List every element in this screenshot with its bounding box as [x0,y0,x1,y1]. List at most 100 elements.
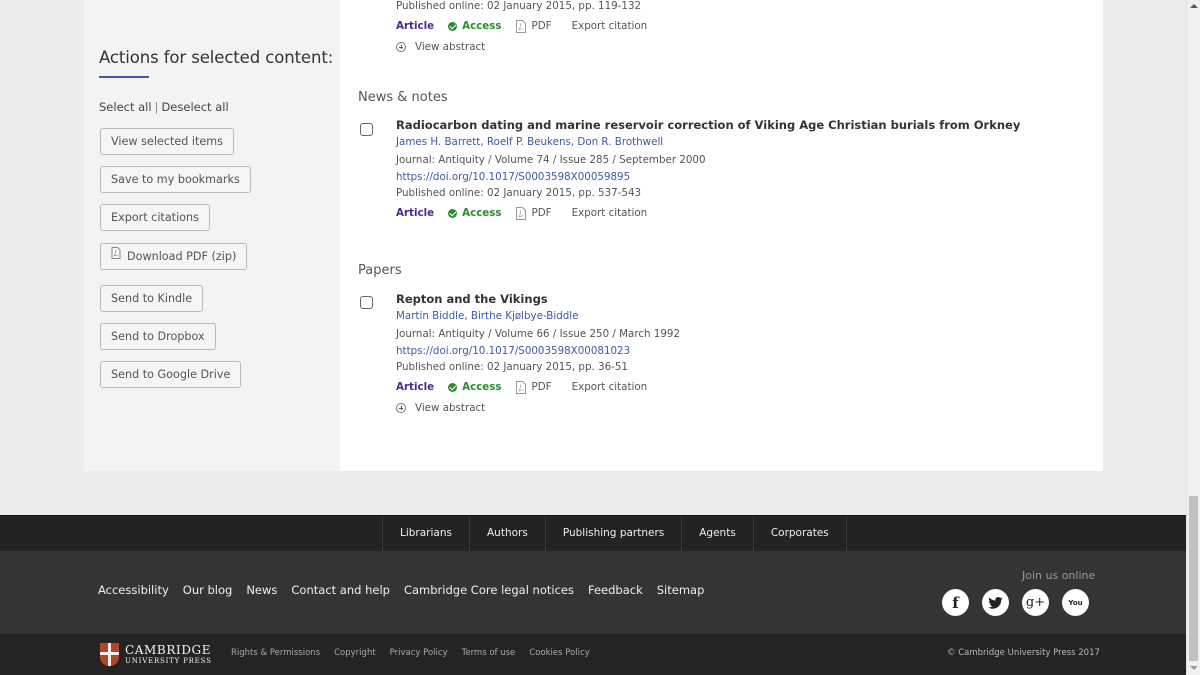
view-abstract-toggle[interactable]: View abstract [396,37,647,57]
youtube-glyph: You [1068,598,1083,607]
footer-nav-corporates[interactable]: Corporates [752,516,847,552]
footer-links: Accessibility Our blog News Contact and … [98,583,718,597]
author-link[interactable]: Roelf P. Beukens [487,136,571,148]
logo-line2: UNIVERSITY PRESS [125,657,212,665]
button-label: Send to Kindle [111,292,193,305]
footer-nav-agents[interactable]: Agents [681,516,753,552]
button-label: Export citations [111,211,199,224]
article-type-badge: Article [396,20,435,32]
footer-nav-librarians[interactable]: Librarians [382,516,469,552]
view-selected-items-button[interactable]: View selected items [100,128,234,155]
social-links: f g+ You [942,589,1102,616]
author-link[interactable]: Martin Biddle [396,310,464,322]
plus-circle-icon [396,403,406,413]
scrollbar-thumb[interactable] [1189,496,1198,661]
published-date: Published online: 02 January 2015, pp. 1… [396,0,642,12]
article-title-link[interactable]: Radiocarbon dating and marine reservoir … [396,117,1020,134]
scroll-down-arrow-icon[interactable] [1190,666,1198,670]
button-label: Send to Dropbox [111,330,205,343]
footer-link-our-blog[interactable]: Our blog [183,583,233,597]
results-list: Published online: 02 January 2015, pp. 1… [340,0,1103,471]
twitter-icon[interactable] [982,589,1009,616]
author-link[interactable]: Don R. Brothwell [577,136,663,148]
select-checkbox[interactable] [360,123,373,136]
footer-nav-authors[interactable]: Authors [468,516,545,552]
article-title-link[interactable]: Repton and the Vikings [396,291,680,308]
footer-link-feedback[interactable]: Feedback [588,583,643,597]
journal-info: Journal: Antiquity / Volume 66 / Issue 2… [396,328,681,340]
access-label: Access [462,20,502,32]
entry-actions: Article Access PDF Export citation [396,202,1020,224]
author-link[interactable]: James H. Barrett [396,136,480,148]
article-type-badge: Article [396,381,435,393]
vertical-scrollbar[interactable] [1186,0,1200,675]
view-abstract-label: View abstract [415,402,486,414]
pdf-icon [515,206,526,220]
pdf-label: PDF [531,20,552,32]
scroll-up-arrow-icon[interactable] [1190,4,1198,8]
button-label: Send to Google Drive [111,368,231,381]
send-to-google-drive-button[interactable]: Send to Google Drive [100,361,242,388]
article-type-badge: Article [396,207,435,219]
plus-circle-icon [396,42,406,52]
export-citations-button[interactable]: Export citations [100,204,210,231]
export-citation-link[interactable]: Export citation [572,15,648,37]
separator: | [154,100,159,114]
journal-info: Journal: Antiquity / Volume 74 / Issue 2… [396,154,706,166]
facebook-glyph: f [952,593,959,612]
access-label: Access [462,207,502,219]
sidebar-title: Actions for selected content: [99,48,334,67]
google-plus-icon[interactable]: g+ [1022,589,1049,616]
pdf-link[interactable]: PDF [515,15,552,37]
button-label: View selected items [111,135,223,148]
footer-nav-publishing-partners[interactable]: Publishing partners [544,516,681,552]
select-all-link[interactable]: Select all [99,100,152,114]
doi-link[interactable]: https://doi.org/10.1017/S0003598X0005989… [396,169,1020,185]
legal-links: Rights & Permissions Copyright Privacy P… [231,648,604,658]
view-abstract-toggle[interactable]: View abstract [396,398,680,418]
check-circle-icon [448,208,458,218]
download-pdf-zip-button[interactable]: Download PDF (zip) [100,243,248,270]
pdf-icon [111,243,121,268]
twitter-bird [988,596,1003,609]
button-label: Download PDF (zip) [127,250,237,263]
legal-link-terms-of-use[interactable]: Terms of use [462,648,516,658]
entry-actions: Article Access PDF Export citation [396,376,680,398]
footer-link-legal-notices[interactable]: Cambridge Core legal notices [404,583,574,597]
doi-link[interactable]: https://doi.org/10.1017/S0003598X0008102… [396,343,680,359]
deselect-all-link[interactable]: Deselect all [161,100,228,114]
author-link[interactable]: Birthe Kjølbye-Biddle [471,310,579,322]
send-to-kindle-button[interactable]: Send to Kindle [100,285,204,312]
check-circle-icon [448,382,458,392]
legal-link-privacy-policy[interactable]: Privacy Policy [390,648,448,658]
cambridge-university-press-logo[interactable]: CAMBRIDGE UNIVERSITY PRESS [100,643,212,666]
access-badge: Access [448,202,502,224]
legal-link-cookies-policy[interactable]: Cookies Policy [529,648,589,658]
footer-main: Accessibility Our blog News Contact and … [0,551,1186,634]
youtube-icon[interactable]: You [1062,589,1089,616]
save-to-bookmarks-button[interactable]: Save to my bookmarks [100,166,251,193]
send-to-dropbox-button[interactable]: Send to Dropbox [100,323,216,350]
actions-sidebar: Actions for selected content: Select all… [84,0,340,471]
title-underline [99,76,149,78]
export-citation-link[interactable]: Export citation [572,202,648,224]
pdf-icon [515,380,526,394]
logo-text: CAMBRIDGE UNIVERSITY PRESS [125,644,212,665]
legal-link-copyright[interactable]: Copyright [334,648,376,658]
section-title-papers: Papers [358,263,402,278]
facebook-icon[interactable]: f [942,589,969,616]
footer-link-accessibility[interactable]: Accessibility [98,583,169,597]
footer-link-sitemap[interactable]: Sitemap [657,583,705,597]
author-list: James H. Barrett, Roelf P. Beukens, Don … [396,136,664,148]
footer-link-news[interactable]: News [246,583,277,597]
export-citation-link[interactable]: Export citation [572,376,648,398]
pdf-link[interactable]: PDF [515,202,552,224]
pdf-link[interactable]: PDF [515,376,552,398]
access-badge: Access [448,376,502,398]
footer-link-contact-help[interactable]: Contact and help [291,583,390,597]
pdf-icon [515,19,526,33]
published-date: Published online: 02 January 2015, pp. 5… [396,187,642,199]
legal-link-rights-permissions[interactable]: Rights & Permissions [231,648,320,658]
access-badge: Access [448,15,502,37]
select-checkbox[interactable] [360,296,373,309]
